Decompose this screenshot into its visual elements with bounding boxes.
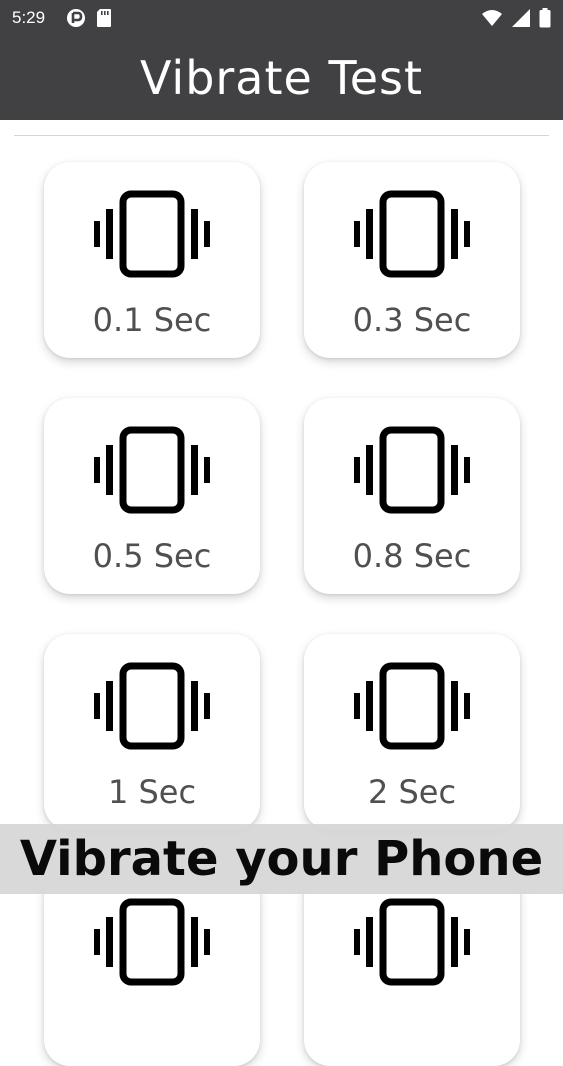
vibrate-button-0-1-sec[interactable]: 0.1 Sec: [44, 162, 260, 358]
tile-label: 2 Sec: [367, 773, 457, 811]
vibrate-button-row4-right[interactable]: [304, 870, 520, 1066]
tile-label: 0.5 Sec: [92, 537, 212, 575]
vibrate-button-row4-left[interactable]: [44, 870, 260, 1066]
tile-label: 0.1 Sec: [92, 301, 212, 339]
vibration-icon: [94, 662, 210, 750]
vibration-icon: [354, 426, 470, 514]
vibrate-button-0-5-sec[interactable]: 0.5 Sec: [44, 398, 260, 594]
caption-banner: Vibrate your Phone: [0, 824, 563, 894]
tile-label: 0.3 Sec: [352, 301, 472, 339]
vibration-icon: [354, 662, 470, 750]
vibration-icon: [94, 426, 210, 514]
vibration-icon: [94, 190, 210, 278]
vibrate-button-2-sec[interactable]: 2 Sec: [304, 634, 520, 830]
vibration-icon: [354, 190, 470, 278]
vibrate-button-1-sec[interactable]: 1 Sec: [44, 634, 260, 830]
vibration-icon: [94, 898, 210, 986]
tile-label: 1 Sec: [107, 773, 197, 811]
vibration-icon: [354, 898, 470, 986]
vibrate-button-0-8-sec[interactable]: 0.8 Sec: [304, 398, 520, 594]
banner-text: Vibrate your Phone: [19, 831, 544, 887]
tile-label: 0.8 Sec: [352, 537, 472, 575]
vibrate-button-0-3-sec[interactable]: 0.3 Sec: [304, 162, 520, 358]
